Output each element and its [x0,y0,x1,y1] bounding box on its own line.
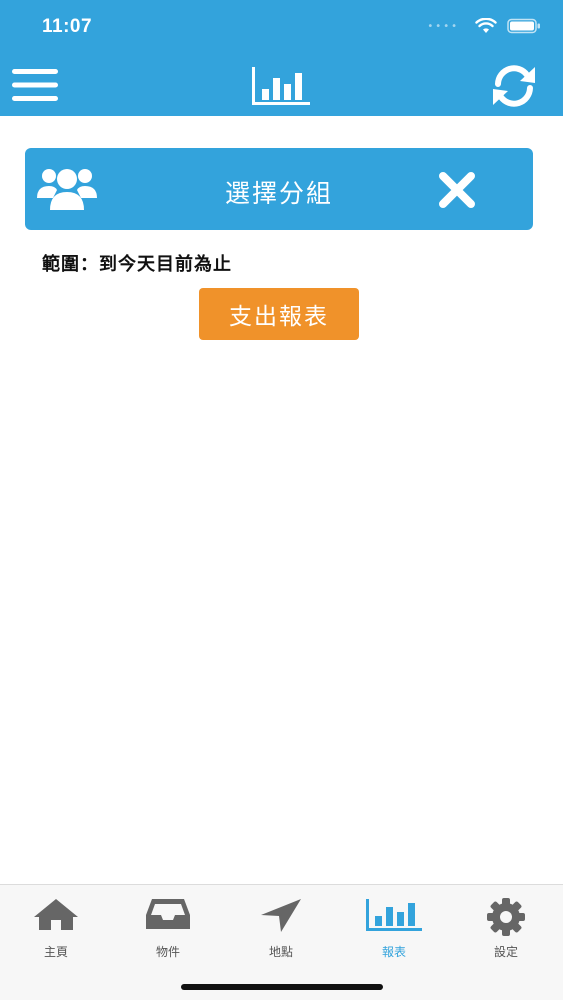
refresh-button[interactable] [488,64,540,108]
status-icons: •••• [427,18,541,34]
tab-items-label: 物件 [155,945,180,959]
status-time: 11:07 [42,16,93,37]
tab-reports[interactable]: 報表 [338,885,450,969]
header-chart-title [248,64,314,108]
location-arrow-icon [261,899,301,932]
expense-report-button[interactable]: 支出報表 [199,288,359,340]
group-selector[interactable]: 選擇分組 [25,148,533,230]
tab-settings-label: 設定 [493,945,518,959]
signal-dots-icon: •••• [427,20,459,32]
tab-home[interactable]: 主頁 [0,885,112,969]
home-icon [34,899,78,930]
bar-chart-icon [252,67,310,105]
tab-places[interactable]: 地點 [225,885,337,969]
tab-items[interactable]: 物件 [112,885,224,969]
refresh-icon [493,65,535,107]
tab-reports-label: 報表 [381,945,406,959]
home-indicator [181,984,383,990]
bottom-tab-bar: 主頁 物件 地點 報表 設定 [0,884,563,1000]
battery-icon [507,18,540,34]
tab-home-label: 主頁 [43,945,68,959]
range-text: 範圍：到今天目前為止 [42,254,232,275]
bar-chart-icon [366,899,422,931]
top-header: 11:07 •••• [0,0,563,116]
tab-settings[interactable]: 設定 [450,885,562,969]
hamburger-icon [12,69,58,101]
inbox-icon [146,899,190,929]
tab-places-label: 地點 [268,945,293,959]
close-icon[interactable] [437,170,477,210]
gear-icon [487,898,525,936]
menu-button[interactable] [10,66,60,104]
wifi-icon [475,18,497,33]
